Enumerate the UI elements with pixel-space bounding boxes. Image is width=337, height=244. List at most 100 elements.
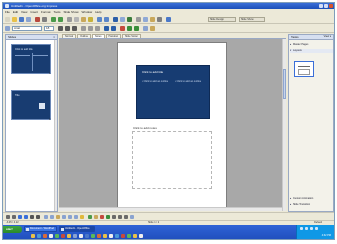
line-spacing-icon[interactable] xyxy=(143,26,148,31)
browser-icon[interactable] xyxy=(37,234,41,238)
network-icon[interactable] xyxy=(91,234,95,238)
undo-icon[interactable] xyxy=(97,17,102,22)
spreadsheet-icon[interactable] xyxy=(55,234,59,238)
update-icon[interactable] xyxy=(127,234,131,238)
vertical-scrollbar[interactable] xyxy=(282,39,286,211)
align-left-icon[interactable] xyxy=(81,26,86,31)
alignment-icon[interactable] xyxy=(118,215,122,219)
extrusion-icon[interactable] xyxy=(130,215,134,219)
section-layouts[interactable]: ▾ Layouts xyxy=(290,49,333,53)
print-icon[interactable] xyxy=(42,17,47,22)
slide-title-placeholder[interactable]: Click to add title xyxy=(142,70,163,74)
slide-thumbnail-2[interactable]: Title xyxy=(11,90,51,120)
help-icon[interactable] xyxy=(166,17,171,22)
font-color-icon[interactable] xyxy=(120,26,125,31)
rotate-icon[interactable] xyxy=(112,215,116,219)
close-button[interactable] xyxy=(329,4,333,8)
menu-edit[interactable]: Edit xyxy=(13,10,18,14)
game-icon[interactable] xyxy=(97,234,101,238)
slide-design-button[interactable]: Slide Design xyxy=(208,17,236,22)
flowchart-icon[interactable] xyxy=(68,215,72,219)
text-icon[interactable] xyxy=(36,215,40,219)
show-draw-functions-icon[interactable] xyxy=(127,17,132,22)
slide-outline-left[interactable]: • Click to add an outline xyxy=(142,80,168,83)
run-icon[interactable] xyxy=(139,234,143,238)
start-button[interactable]: start xyxy=(3,226,22,233)
minimize-button[interactable] xyxy=(319,4,323,8)
slide-preview[interactable]: Click to add title • Click to add an out… xyxy=(136,65,210,119)
block-arrows-icon[interactable] xyxy=(62,215,66,219)
slide-show-button[interactable]: Slide Show xyxy=(239,17,265,22)
section-slide-transition[interactable]: ▸ Slide Transition xyxy=(290,203,333,207)
email-icon[interactable] xyxy=(26,17,31,22)
curve-icon[interactable] xyxy=(30,215,34,219)
help-center-icon[interactable] xyxy=(109,234,113,238)
layout-option[interactable] xyxy=(294,61,314,77)
from-file-icon[interactable] xyxy=(100,215,104,219)
italic-icon[interactable] xyxy=(65,26,70,31)
symbol-shapes-icon[interactable] xyxy=(56,215,60,219)
menu-tools[interactable]: Tools xyxy=(54,10,61,14)
media-icon[interactable] xyxy=(43,234,47,238)
language-icon[interactable] xyxy=(315,227,318,230)
gallery-toggle-icon[interactable] xyxy=(106,215,110,219)
presentation-icon[interactable] xyxy=(61,234,65,238)
connector-icon[interactable] xyxy=(44,215,48,219)
section-master-pages[interactable]: ▸ Master Pages xyxy=(290,43,333,47)
paste-icon[interactable] xyxy=(81,17,86,22)
folder-icon[interactable] xyxy=(31,234,35,238)
bold-icon[interactable] xyxy=(58,26,63,31)
ellipse-icon[interactable] xyxy=(24,215,28,219)
cut-icon[interactable] xyxy=(67,17,72,22)
navigator-icon[interactable] xyxy=(143,17,148,22)
slides-pane-scrollbar[interactable] xyxy=(54,40,57,211)
antivirus-icon[interactable] xyxy=(310,227,313,230)
control-panel-icon[interactable] xyxy=(115,234,119,238)
view-menu[interactable]: View ▾ xyxy=(324,35,331,39)
section-custom-animation[interactable]: ▸ Custom Animation xyxy=(290,197,333,201)
spellcheck-icon[interactable] xyxy=(51,17,56,22)
font-name-field[interactable]: Arial xyxy=(12,26,42,31)
close-icon[interactable]: × xyxy=(53,35,55,39)
menu-window[interactable]: Window xyxy=(82,10,93,14)
table-icon[interactable] xyxy=(120,17,125,22)
tab-handout[interactable]: Handout xyxy=(105,34,121,38)
menu-view[interactable]: View xyxy=(21,10,27,14)
save-icon[interactable] xyxy=(19,17,24,22)
promote-icon[interactable] xyxy=(127,26,132,31)
callouts-icon[interactable] xyxy=(74,215,78,219)
taskbar-item-impress[interactable]: Untitled1 - OpenOffice xyxy=(59,226,95,232)
zoom-icon[interactable] xyxy=(157,17,162,22)
redo-icon[interactable] xyxy=(104,17,109,22)
autospellcheck-icon[interactable] xyxy=(58,17,63,22)
explorer-icon[interactable] xyxy=(133,234,137,238)
menu-slide-show[interactable]: Slide Show xyxy=(64,10,79,14)
format-paintbrush-icon[interactable] xyxy=(88,17,93,22)
menu-insert[interactable]: Insert xyxy=(30,10,38,14)
menu-help[interactable]: Help xyxy=(95,10,101,14)
notepad-icon[interactable] xyxy=(79,234,83,238)
tab-outline[interactable]: Outline xyxy=(77,34,91,38)
notes-placeholder[interactable]: Click to add notes xyxy=(133,126,157,130)
align-right-icon[interactable] xyxy=(95,26,100,31)
scrollbar-thumb[interactable] xyxy=(283,69,286,99)
chart-icon[interactable] xyxy=(113,17,118,22)
tab-notes[interactable]: Notes xyxy=(91,34,105,38)
demote-icon[interactable] xyxy=(134,26,139,31)
fontwork-icon[interactable] xyxy=(94,215,98,219)
menu-file[interactable]: File xyxy=(5,10,10,14)
calculator-icon[interactable] xyxy=(73,234,77,238)
rectangle-icon[interactable] xyxy=(18,215,22,219)
horizontal-scrollbar[interactable] xyxy=(59,207,282,211)
stars-icon[interactable] xyxy=(80,215,84,219)
taskbar-item-wordpad[interactable]: Document - WordPad xyxy=(24,226,57,232)
security-icon[interactable] xyxy=(121,234,125,238)
display-grid-icon[interactable] xyxy=(136,17,141,22)
tab-normal[interactable]: Normal xyxy=(62,34,77,38)
basic-shapes-icon[interactable] xyxy=(50,215,54,219)
tab-slide-sorter[interactable]: Slide Sorter xyxy=(121,34,142,38)
search-icon[interactable] xyxy=(103,234,107,238)
export-pdf-icon[interactable] xyxy=(35,17,40,22)
arrange-icon[interactable] xyxy=(124,215,128,219)
slide-outline-right[interactable]: • Click to add an outline xyxy=(175,80,201,83)
